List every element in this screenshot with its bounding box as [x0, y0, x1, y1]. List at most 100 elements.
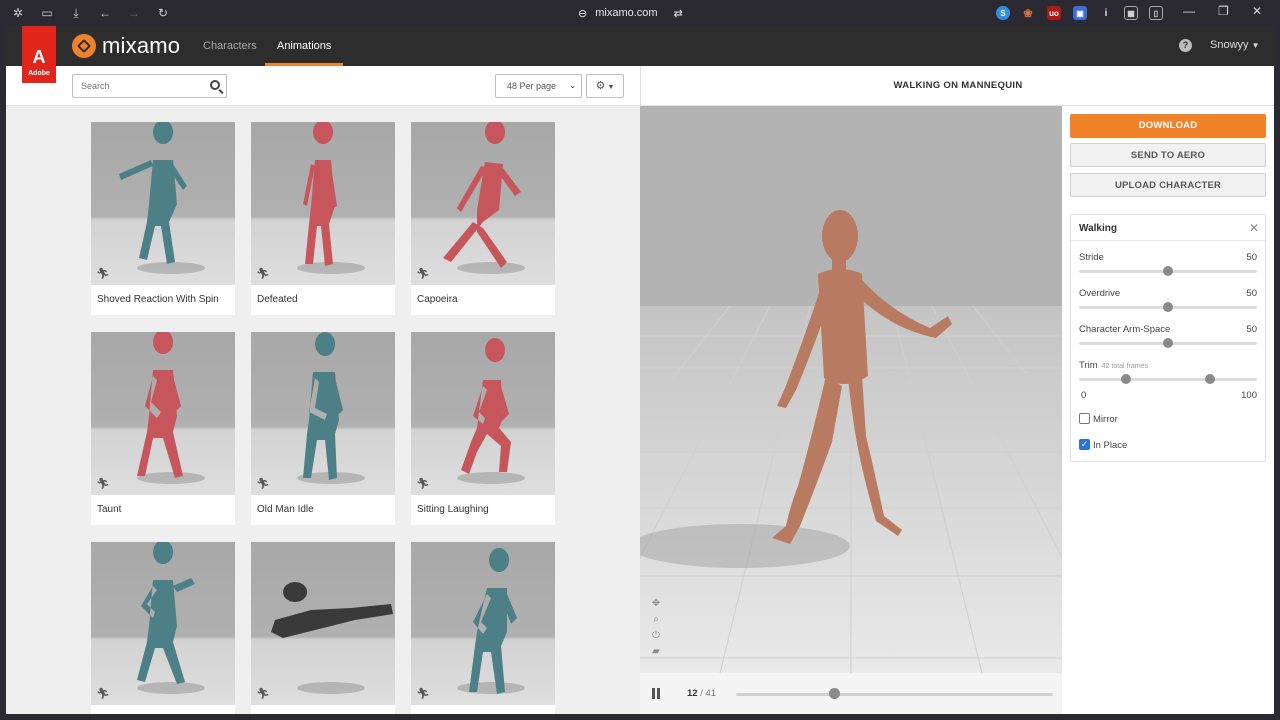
search-input[interactable]: [73, 75, 198, 97]
adobe-logo[interactable]: A Adobe: [22, 26, 56, 83]
mirror-checkbox[interactable]: [1079, 413, 1090, 424]
running-figure-icon: 🏃︎: [256, 688, 270, 700]
frame-counter: 12 / 41: [687, 688, 717, 699]
running-figure-icon: 🏃︎: [96, 688, 110, 700]
animation-label: Defeated: [257, 294, 298, 305]
shadow: [640, 524, 850, 568]
animation-card[interactable]: 🏃︎ Old Man Idle: [251, 332, 395, 525]
close-window-icon[interactable]: ✕: [1252, 4, 1262, 18]
extension-icon[interactable]: S: [996, 6, 1010, 20]
in-place-checkbox[interactable]: ✓: [1079, 439, 1090, 450]
camera-icon[interactable]: ▰: [652, 646, 660, 657]
trim-slider[interactable]: [1079, 378, 1257, 381]
character-preview: [137, 542, 205, 694]
settings-header: Walking ✕: [1071, 215, 1265, 241]
tab-animations[interactable]: Animations: [265, 26, 344, 66]
stride-label: Stride: [1079, 252, 1104, 263]
overdrive-slider-handle[interactable]: [1163, 302, 1173, 312]
trim-min: 0: [1081, 390, 1087, 401]
chevron-down-icon: ⌄: [569, 81, 576, 90]
animation-thumbnail[interactable]: 🏃︎: [411, 122, 555, 285]
overdrive-value: 50: [1246, 288, 1257, 299]
overdrive-label: Overdrive: [1079, 288, 1121, 299]
animation-thumbnail[interactable]: 🏃︎: [91, 122, 235, 285]
send-to-aero-button[interactable]: SEND TO AERO: [1070, 143, 1266, 167]
close-icon[interactable]: ✕: [1249, 221, 1259, 235]
animation-thumbnail[interactable]: 🏃︎: [251, 332, 395, 495]
character-figure: [461, 338, 511, 474]
permissions-icon[interactable]: ⇄: [674, 7, 683, 20]
move-icon[interactable]: ✥: [652, 598, 660, 609]
animation-thumbnail[interactable]: 🏃︎: [251, 542, 395, 705]
user-menu[interactable]: Snowyy ▼: [1210, 39, 1260, 51]
character-preview: [457, 548, 525, 694]
restore-icon[interactable]: ❐: [1218, 4, 1229, 18]
tab-characters[interactable]: Characters: [203, 26, 257, 66]
gear-icon: ⚙: [595, 80, 606, 92]
zoom-icon[interactable]: ⌕: [653, 614, 659, 625]
character-preview: [271, 582, 393, 694]
stride-value: 50: [1246, 252, 1257, 263]
running-figure-icon: 🏃︎: [96, 478, 110, 490]
3d-viewport[interactable]: [640, 106, 1062, 673]
trim-end-handle[interactable]: [1205, 374, 1215, 384]
download-button[interactable]: DOWNLOAD: [1070, 114, 1266, 138]
viewer-header: WALKING ON MANNEQUIN: [640, 66, 1274, 106]
viewport-tools: ✥ ⌕ ⏻ ▰: [649, 598, 663, 657]
reload-icon[interactable]: ↻: [155, 5, 171, 21]
help-icon[interactable]: ?: [1179, 39, 1192, 52]
caret-down-icon: ▼: [605, 84, 615, 91]
upload-character-button[interactable]: UPLOAD CHARACTER: [1070, 173, 1266, 197]
animation-label: Shoved Reaction With Spin: [97, 294, 219, 305]
download-icon[interactable]: ⤓: [68, 5, 84, 21]
mixamo-logo[interactable]: mixamo: [72, 33, 180, 59]
settings-title: Walking: [1079, 223, 1117, 234]
back-icon[interactable]: ←: [97, 5, 113, 21]
search-icon[interactable]: [210, 80, 220, 90]
settings-dropdown-button[interactable]: ⚙ ▼: [586, 74, 624, 98]
ublock-icon[interactable]: uo: [1047, 6, 1061, 20]
mixamo-logo-icon: [72, 34, 96, 58]
timeline-track[interactable]: [736, 693, 1053, 696]
viewer-title: WALKING ON MANNEQUIN: [893, 80, 1023, 91]
running-figure-icon: 🏃︎: [416, 478, 430, 490]
forward-icon[interactable]: →: [126, 5, 142, 21]
animation-card[interactable]: 🏃︎ Defeated: [251, 122, 395, 315]
arm-space-label: Character Arm-Space: [1079, 324, 1171, 335]
extension-icon[interactable]: ▣: [1073, 6, 1087, 20]
minimize-icon[interactable]: —: [1183, 4, 1195, 18]
timeline-bar: 12 / 41: [640, 673, 1062, 714]
animation-thumbnail[interactable]: 🏃︎: [91, 542, 235, 705]
character-figure: [137, 332, 183, 478]
power-icon[interactable]: ⏻: [652, 630, 660, 641]
link-icon: ⊖: [578, 7, 588, 20]
animation-thumbnail[interactable]: 🏃︎: [91, 332, 235, 495]
animation-card[interactable]: 🏃︎ Capoeira: [411, 122, 555, 315]
animation-card[interactable]: 🏃︎ Taunt: [91, 332, 235, 525]
sidebar-icon[interactable]: ▭: [39, 5, 55, 21]
animation-card[interactable]: 🏃︎ Sitting Laughing: [411, 332, 555, 525]
character-preview: [443, 122, 525, 274]
animation-card[interactable]: 🏃︎: [91, 542, 235, 714]
animation-card[interactable]: 🏃︎: [411, 542, 555, 714]
character-preview: [297, 122, 365, 274]
animation-thumbnail[interactable]: 🏃︎: [251, 122, 395, 285]
per-page-select[interactable]: 48 Per page ⌄: [495, 74, 582, 98]
trim-start-handle[interactable]: [1121, 374, 1131, 384]
character-preview: [119, 122, 205, 274]
stride-slider-handle[interactable]: [1163, 266, 1173, 276]
sidebar-toggle-icon[interactable]: ▯: [1149, 6, 1163, 20]
animation-settings: Walking ✕ Stride 50 Overdrive 50 Charact…: [1070, 214, 1266, 462]
address-bar[interactable]: ⊖ mixamo.com ⇄: [578, 6, 683, 20]
animation-thumbnail[interactable]: 🏃︎: [411, 332, 555, 495]
pause-icon[interactable]: [651, 688, 661, 699]
timeline-scrubber[interactable]: [829, 688, 841, 699]
arm-space-slider-handle[interactable]: [1163, 338, 1173, 348]
screenshot-icon[interactable]: ▦: [1124, 6, 1138, 20]
extension-icon[interactable]: ❀: [1021, 6, 1035, 20]
animation-thumbnail[interactable]: 🏃︎: [411, 542, 555, 705]
animation-card[interactable]: 🏃︎: [251, 542, 395, 714]
extensions-icon[interactable]: ✲: [10, 5, 26, 21]
animation-card[interactable]: 🏃︎ Shoved Reaction With Spin: [91, 122, 235, 315]
info-icon[interactable]: i: [1099, 6, 1113, 20]
